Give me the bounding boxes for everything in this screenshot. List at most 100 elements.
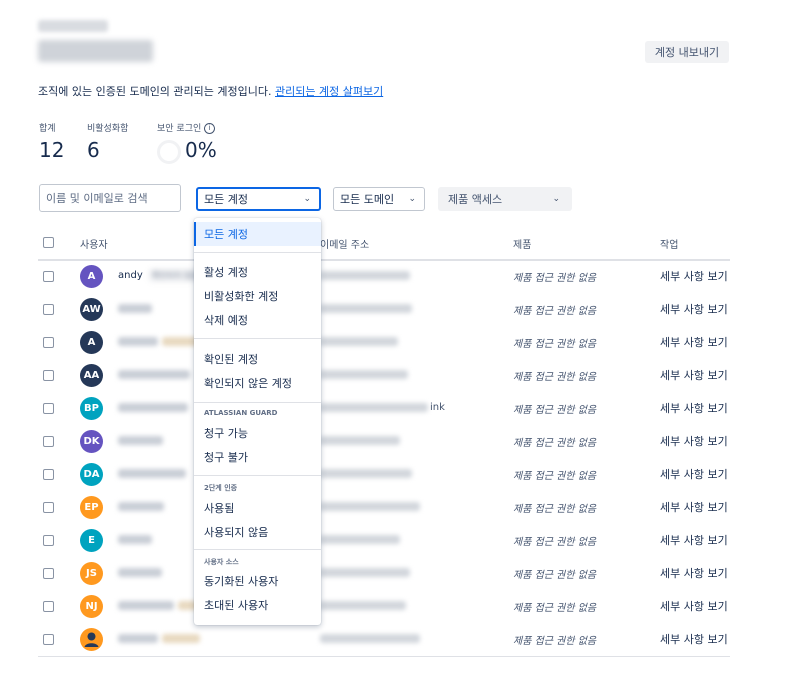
domain-filter-value: 모든 도메인: [340, 193, 395, 206]
managed-accounts-link[interactable]: 관리되는 계정 살펴보기: [275, 85, 383, 98]
row-checkbox[interactable]: [43, 271, 54, 282]
product-access: 제품 접근 권한 없음: [513, 636, 597, 647]
dropdown-option-billable[interactable]: 청구 가능: [194, 421, 321, 445]
dropdown-group-atlassian-guard: ATLASSIAN GUARD: [204, 409, 278, 417]
table-row: DK 제품 접근 권한 없음 세부 사항 보기: [38, 425, 730, 458]
table-row: A andy 확인되지 않음 제품 접근 권한 없음 세부 사항 보기: [38, 260, 730, 293]
dropdown-option-not-enabled[interactable]: 사용되지 않음: [194, 520, 321, 544]
view-details-link[interactable]: 세부 사항 보기: [660, 532, 728, 548]
view-details-link[interactable]: 세부 사항 보기: [660, 433, 728, 449]
email-blurred: [320, 304, 412, 313]
table-row: 제품 접근 권한 없음 세부 사항 보기: [38, 623, 730, 656]
user-name-blurred: [118, 403, 188, 412]
row-checkbox[interactable]: [43, 502, 54, 513]
info-icon[interactable]: i: [204, 123, 216, 134]
row-checkbox[interactable]: [43, 601, 54, 612]
view-details-link[interactable]: 세부 사항 보기: [660, 499, 728, 515]
avatar: EP: [80, 496, 103, 519]
user-name-blurred: [162, 634, 200, 643]
email-blurred: [320, 634, 420, 643]
stat-total-value: 12: [39, 138, 65, 162]
description-text: 조직에 있는 인증된 도메인의 관리되는 계정입니다.: [38, 85, 275, 98]
row-checkbox[interactable]: [43, 403, 54, 414]
view-details-link[interactable]: 세부 사항 보기: [660, 631, 728, 647]
row-checkbox[interactable]: [43, 469, 54, 480]
table-row: BP ink 제품 접근 권한 없음 세부 사항 보기: [38, 392, 730, 425]
org-subtitle-blurred: [38, 20, 108, 32]
domain-filter-select[interactable]: 모든 도메인 ⌄: [333, 187, 425, 211]
select-all-checkbox[interactable]: [43, 237, 54, 248]
dropdown-option-all-accounts[interactable]: 모든 계정: [194, 222, 321, 246]
dropdown-option-unverified[interactable]: 확인되지 않은 계정: [194, 371, 321, 395]
view-details-link[interactable]: 세부 사항 보기: [660, 565, 728, 581]
user-name-blurred: [118, 502, 164, 511]
chevron-down-icon: ⌄: [552, 194, 560, 204]
dropdown-option-enabled[interactable]: 사용됨: [194, 496, 321, 520]
email-blurred: [320, 601, 406, 610]
column-header-action: 작업: [660, 240, 679, 251]
view-details-link[interactable]: 세부 사항 보기: [660, 466, 728, 482]
email-suffix: ink: [430, 402, 445, 413]
table-row: AW 제품 접근 권한 없음 세부 사항 보기: [38, 293, 730, 326]
column-header-product: 제품: [513, 240, 532, 251]
dropdown-option-verified[interactable]: 확인된 계정: [194, 347, 321, 371]
dropdown-divider: [194, 338, 321, 339]
product-filter-select[interactable]: 제품 액세스 ⌄: [438, 187, 572, 211]
view-details-link[interactable]: 세부 사항 보기: [660, 367, 728, 383]
chevron-down-icon: ⌄: [303, 194, 311, 204]
stat-secure-login-value: 0%: [185, 138, 217, 162]
table-row: AA 제품 접근 권한 없음 세부 사항 보기: [38, 359, 730, 392]
user-name-blurred: [118, 535, 152, 544]
view-details-link[interactable]: 세부 사항 보기: [660, 301, 728, 317]
dropdown-option-deactivated[interactable]: 비활성화한 계정: [194, 284, 321, 308]
email-blurred: [320, 568, 410, 577]
avatar: DK: [80, 430, 103, 453]
user-name-blurred: [118, 601, 174, 610]
user-name-blurred: [118, 370, 190, 379]
table-row: E 제품 접근 권한 없음 세부 사항 보기: [38, 524, 730, 557]
column-header-email: 이메일 주소: [320, 240, 370, 251]
avatar: [80, 628, 103, 651]
user-name-blurred: [118, 337, 158, 346]
secure-login-progress-ring: [157, 140, 181, 164]
product-access: 제품 접근 권한 없음: [513, 570, 597, 581]
search-input[interactable]: [39, 184, 181, 212]
export-accounts-button[interactable]: 계정 내보내기: [645, 41, 729, 63]
row-checkbox[interactable]: [43, 568, 54, 579]
email-blurred: [320, 535, 400, 544]
dropdown-divider: [194, 252, 321, 253]
email-blurred: [320, 436, 400, 445]
dropdown-option-synced-users[interactable]: 동기화된 사용자: [194, 569, 321, 593]
dropdown-option-active[interactable]: 활성 계정: [194, 260, 321, 284]
view-details-link[interactable]: 세부 사항 보기: [660, 334, 728, 350]
table-row: A 제품 접근 권한 없음 세부 사항 보기: [38, 326, 730, 359]
avatar: NJ: [80, 595, 103, 618]
row-checkbox[interactable]: [43, 337, 54, 348]
row-checkbox[interactable]: [43, 535, 54, 546]
dropdown-divider: [194, 549, 321, 550]
avatar: A: [80, 265, 103, 288]
product-access: 제품 접근 권한 없음: [513, 372, 597, 383]
email-blurred: [320, 502, 420, 511]
dropdown-option-non-billable[interactable]: 청구 불가: [194, 445, 321, 469]
user-name-blurred: [118, 469, 186, 478]
view-details-link[interactable]: 세부 사항 보기: [660, 400, 728, 416]
product-access: 제품 접근 권한 없음: [513, 306, 597, 317]
row-checkbox[interactable]: [43, 436, 54, 447]
dropdown-option-invited-users[interactable]: 초대된 사용자: [194, 593, 321, 617]
table-row: NJ 제품 접근 권한 없음 세부 사항 보기: [38, 590, 730, 623]
row-checkbox[interactable]: [43, 370, 54, 381]
product-access: 제품 접근 권한 없음: [513, 339, 597, 350]
row-checkbox[interactable]: [43, 634, 54, 645]
user-name: andy: [118, 270, 143, 281]
account-filter-select[interactable]: 모든 계정 ⌄: [196, 187, 321, 211]
avatar: A: [80, 331, 103, 354]
email-blurred: [320, 403, 428, 412]
row-checkbox[interactable]: [43, 304, 54, 315]
view-details-link[interactable]: 세부 사항 보기: [660, 268, 728, 284]
view-details-link[interactable]: 세부 사항 보기: [660, 598, 728, 614]
page-description: 조직에 있는 인증된 도메인의 관리되는 계정입니다. 관리되는 계정 살펴보기: [38, 83, 383, 99]
dropdown-option-pending-deletion[interactable]: 삭제 예정: [194, 308, 321, 332]
avatar: DA: [80, 463, 103, 486]
chevron-down-icon: ⌄: [408, 194, 416, 204]
